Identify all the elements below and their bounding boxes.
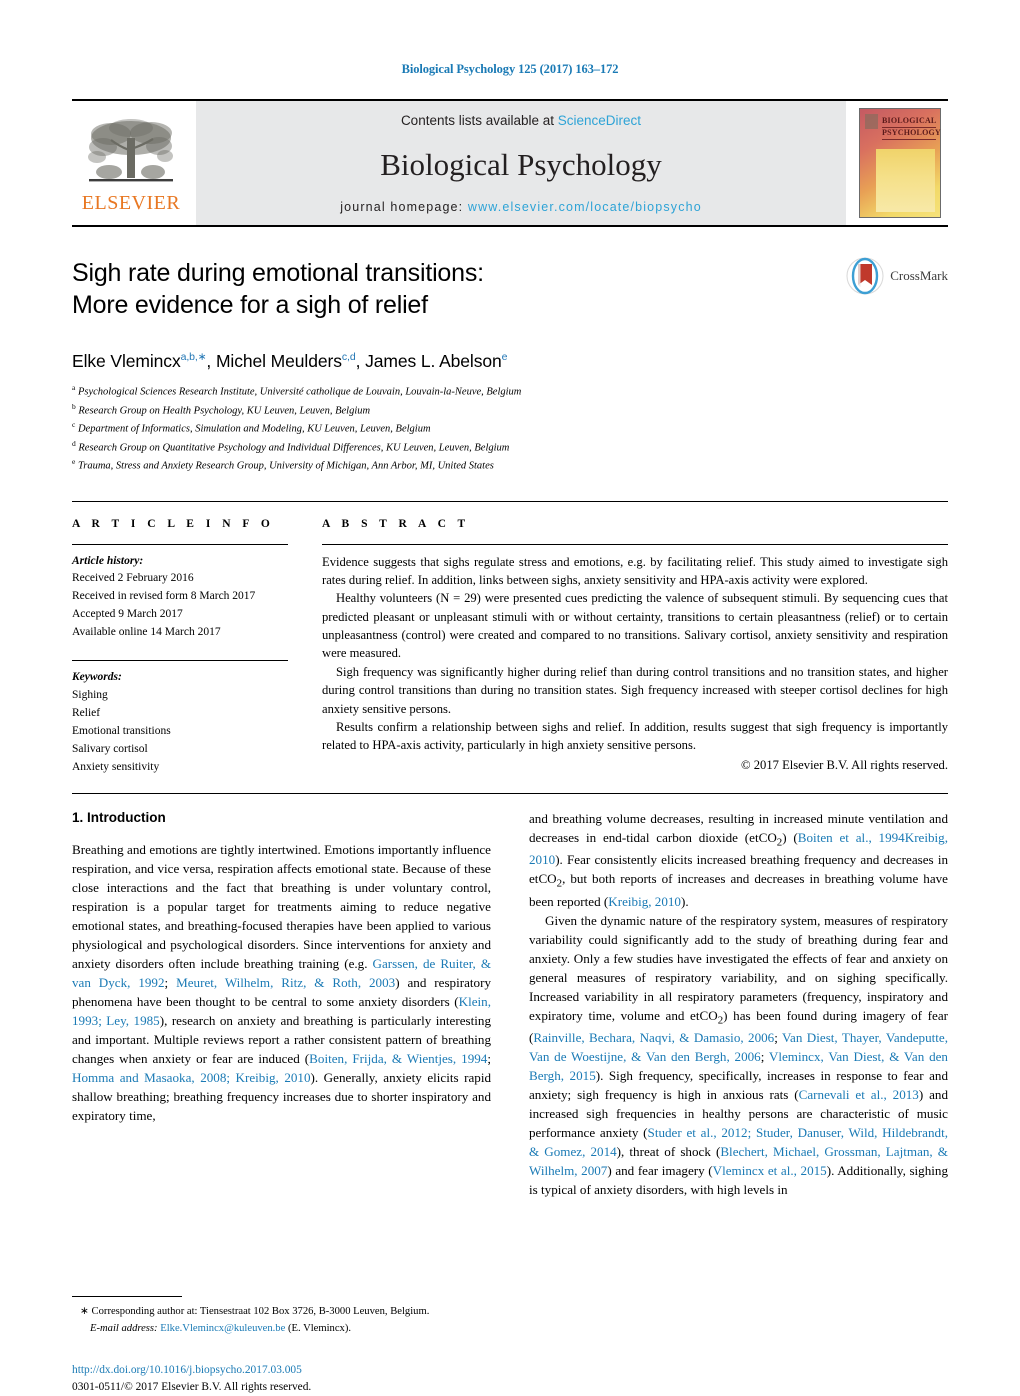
- keyword-item: Sighing: [72, 689, 108, 702]
- affiliation-text: Trauma, Stress and Anxiety Research Grou…: [77, 460, 494, 472]
- abstract-copyright: © 2017 Elsevier B.V. All rights reserved…: [741, 757, 948, 772]
- affiliation-mark: e: [72, 457, 76, 466]
- corresponding-marker: ∗: [80, 1306, 89, 1318]
- crossmark-icon: [846, 257, 884, 295]
- homepage-prefix: journal homepage:: [340, 200, 468, 214]
- body-paragraph: and breathing volume decreases, resultin…: [529, 810, 949, 909]
- article-history-label: Article history:: [72, 554, 144, 567]
- body-column-right: and breathing volume decreases, resultin…: [529, 810, 948, 1200]
- doi-link[interactable]: http://dx.doi.org/10.1016/j.biopsycho.20…: [72, 1362, 491, 1379]
- issn-copyright-line: 0301-0511/© 2017 Elsevier B.V. All right…: [72, 1380, 312, 1393]
- affiliation-item: d Research Group on Quantitative Psychol…: [72, 438, 948, 457]
- article-info-heading: A R T I C L E I N F O: [72, 517, 275, 530]
- article-history-item: Received in revised form 8 March 2017: [72, 590, 256, 603]
- contents-prefix: Contents lists available at: [400, 113, 558, 128]
- email-label: E-mail address:: [90, 1322, 158, 1334]
- cover-title-line-1: BIOLOGICAL: [882, 116, 936, 128]
- abstract-rule: [322, 543, 948, 545]
- elsevier-wordmark: ELSEVIER: [81, 191, 181, 214]
- cover-inner-panel: [876, 149, 935, 212]
- journal-cover-thumbnail: BIOLOGICAL PSYCHOLOGY: [852, 101, 948, 225]
- article-history-item: Received 2 February 2016: [72, 572, 194, 585]
- email-link[interactable]: Elke.Vlemincx@kuleuven.be: [160, 1323, 285, 1334]
- elsevier-logo: ELSEVIER: [72, 101, 190, 225]
- abstract-column: A B S T R A C T Evidence suggests that s…: [322, 518, 948, 777]
- contents-available-line: Contents lists available at ScienceDirec…: [401, 113, 641, 128]
- paper-title-line-1: Sigh rate during emotional transitions:: [72, 259, 484, 287]
- running-head: Biological Psychology 125 (2017) 163–172: [401, 62, 619, 76]
- article-history-item: Available online 14 March 2017: [72, 626, 221, 639]
- elsevier-tree-icon: [88, 118, 173, 181]
- abstract-paragraph: Healthy volunteers (N = 29) were present…: [322, 591, 948, 661]
- affiliation-mark: b: [72, 401, 76, 411]
- abstract-paragraph: Sigh frequency was significantly higher …: [322, 664, 948, 716]
- affiliation-mark: a: [72, 383, 76, 392]
- keywords-rule: [72, 660, 288, 662]
- masthead-center-panel: Contents lists available at ScienceDirec…: [196, 101, 846, 225]
- body-paragraph: Breathing and emotions are tightly inter…: [72, 841, 492, 1123]
- corresponding-author-note: ∗ Corresponding author at: Tiensestraat …: [72, 1304, 491, 1337]
- info-abstract-region: A R T I C L E I N F O Article history: R…: [72, 500, 948, 777]
- abstract-heading: A B S T R A C T: [322, 517, 470, 530]
- journal-title: Biological Psychology: [380, 146, 662, 182]
- affiliation-item: c Department of Informatics, Simulation …: [72, 419, 948, 438]
- footnote-rule: [72, 1296, 182, 1298]
- cover-artwork: BIOLOGICAL PSYCHOLOGY: [859, 108, 941, 218]
- keyword-item: Emotional transitions: [72, 725, 171, 737]
- abstract-paragraph: Results confirm a relationship between s…: [322, 719, 948, 753]
- cover-publisher-mark-icon: [865, 114, 878, 129]
- keyword-item: Salivary cortisol: [72, 742, 148, 755]
- doi-block: http://dx.doi.org/10.1016/j.biopsycho.20…: [72, 1362, 491, 1396]
- body-paragraph: Given the dynamic nature of the respirat…: [529, 912, 949, 1197]
- affiliation-text: Psychological Sciences Research Institut…: [77, 386, 522, 398]
- affiliation-text: Department of Informatics, Simulation an…: [77, 423, 431, 435]
- abstract-body: Evidence suggests that sighs regulate st…: [322, 553, 948, 755]
- keyword-item: Relief: [72, 707, 101, 720]
- affiliation-list: a Psychological Sciences Research Instit…: [72, 382, 948, 475]
- author-list: Elke Vlemincxa,b,∗, Michel Meuldersc,d, …: [72, 351, 508, 371]
- affiliation-item: e Trauma, Stress and Anxiety Research Gr…: [72, 456, 948, 475]
- page-title: Sigh rate during emotional transitions: …: [72, 257, 772, 321]
- affiliation-item: a Psychological Sciences Research Instit…: [72, 382, 948, 401]
- keyword-item: Anxiety sensitivity: [72, 760, 160, 773]
- paper-page: Biological Psychology 125 (2017) 163–172: [0, 0, 1020, 1393]
- paper-title-line-2: More evidence for a sigh of relief: [72, 291, 428, 319]
- corresponding-text: Corresponding author at: Tiensestraat 10…: [91, 1306, 430, 1318]
- journal-masthead: ELSEVIER Contents lists available at Sci…: [72, 99, 948, 227]
- body-separator-rule: [72, 792, 948, 794]
- article-info-rule: [72, 543, 288, 545]
- title-block: Sigh rate during emotional transitions: …: [72, 257, 948, 331]
- crossmark-label: CrossMark: [890, 268, 948, 283]
- affiliation-mark: d: [72, 438, 76, 448]
- cover-title-line-2: PSYCHOLOGY: [882, 128, 941, 140]
- cover-title-text: BIOLOGICAL PSYCHOLOGY: [882, 116, 941, 140]
- sciencedirect-link[interactable]: ScienceDirect: [558, 113, 641, 128]
- keywords-group: Keywords: Sighing Relief Emotional trans…: [72, 660, 288, 777]
- section-heading-introduction: 1. Introduction: [72, 809, 166, 825]
- affiliation-item: b Research Group on Health Psychology, K…: [72, 401, 948, 420]
- journal-homepage-line: journal homepage: www.elsevier.com/locat…: [340, 200, 702, 214]
- body-columns: 1. Introduction Breathing and emotions a…: [72, 809, 948, 1393]
- affiliation-mark: c: [72, 420, 76, 429]
- crossmark-badge[interactable]: CrossMark: [846, 257, 948, 295]
- footnote-area: ∗ Corresponding author at: Tiensestraat …: [72, 1296, 491, 1396]
- article-info-column: A R T I C L E I N F O Article history: R…: [72, 518, 322, 777]
- article-history-item: Accepted 9 March 2017: [72, 608, 183, 621]
- journal-homepage-link[interactable]: www.elsevier.com/locate/biopsycho: [468, 200, 702, 214]
- abstract-paragraph: Evidence suggests that sighs regulate st…: [322, 554, 948, 587]
- body-column-left: 1. Introduction Breathing and emotions a…: [72, 809, 492, 1393]
- affiliation-text: Research Group on Quantitative Psycholog…: [78, 442, 510, 453]
- email-suffix: (E. Vlemincx).: [287, 1322, 352, 1334]
- article-history-group: Article history: Received 2 February 201…: [72, 553, 288, 643]
- affiliation-text: Research Group on Health Psychology, KU …: [78, 405, 371, 416]
- keywords-label: Keywords:: [72, 671, 122, 684]
